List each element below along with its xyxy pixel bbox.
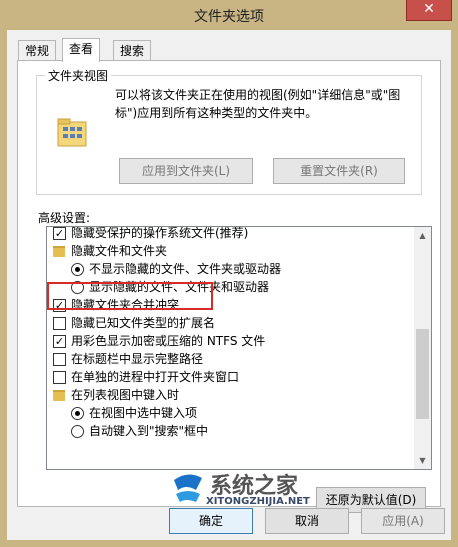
tab-search[interactable]: 搜索	[113, 40, 152, 61]
tab-view[interactable]: 查看	[62, 38, 101, 62]
advanced-settings-list[interactable]: ✓ 隐藏受保护的操作系统文件(推荐) 隐藏文件和文件夹 不显示隐藏的文件、文件夹…	[46, 226, 432, 470]
radio-icon[interactable]	[71, 425, 84, 438]
site-watermark: 系统之家 XITONGZHIJIA.NET	[170, 470, 350, 515]
watermark-logo-icon	[174, 474, 202, 502]
watermark-url: XITONGZHIJIA.NET	[206, 496, 310, 507]
folder-options-window: 文件夹选项 ✕ 常规 查看 搜索 文件夹视图 可以将该文件夹正在使用的视图(例如…	[0, 0, 458, 547]
checkbox-icon[interactable]: ✓	[53, 335, 66, 348]
close-icon: ✕	[423, 1, 435, 17]
apply-to-folders-button[interactable]: 应用到文件夹(L)	[119, 158, 253, 184]
advanced-settings-label: 高级设置:	[38, 211, 91, 225]
list-scrollbar[interactable]: ▲ ▼	[414, 227, 431, 469]
checkbox-icon[interactable]	[53, 353, 66, 366]
checkbox-icon[interactable]	[53, 371, 66, 384]
title-bar[interactable]: 文件夹选项 ✕	[0, 0, 458, 30]
scroll-down-icon[interactable]: ▼	[414, 452, 431, 469]
scrollbar-thumb[interactable]	[416, 329, 429, 419]
scroll-up-icon[interactable]: ▲	[414, 227, 431, 244]
radio-icon[interactable]	[71, 263, 84, 276]
folder-views-title: 文件夹视图	[45, 67, 112, 84]
radio-icon[interactable]	[71, 407, 84, 420]
folder-views-description: 可以将该文件夹正在使用的视图(例如"详细信息"或"图标")应用到所有这种类型的文…	[115, 88, 401, 120]
highlight-annotation	[47, 282, 213, 310]
folder-icon	[53, 390, 65, 401]
folder-views-group: 文件夹视图 可以将该文件夹正在使用的视图(例如"详细信息"或"图标")应用到所有…	[36, 67, 422, 195]
window-title: 文件夹选项	[194, 9, 264, 25]
apply-button[interactable]: 应用(A)	[361, 508, 445, 534]
close-button[interactable]: ✕	[406, 0, 452, 21]
checkbox-icon[interactable]	[53, 317, 66, 330]
reset-folders-button[interactable]: 重置文件夹(R)	[273, 158, 405, 184]
checkbox-icon[interactable]: ✓	[53, 227, 66, 240]
tab-general[interactable]: 常规	[18, 40, 57, 61]
folder-view-icon	[57, 118, 87, 147]
folder-icon	[53, 246, 65, 257]
